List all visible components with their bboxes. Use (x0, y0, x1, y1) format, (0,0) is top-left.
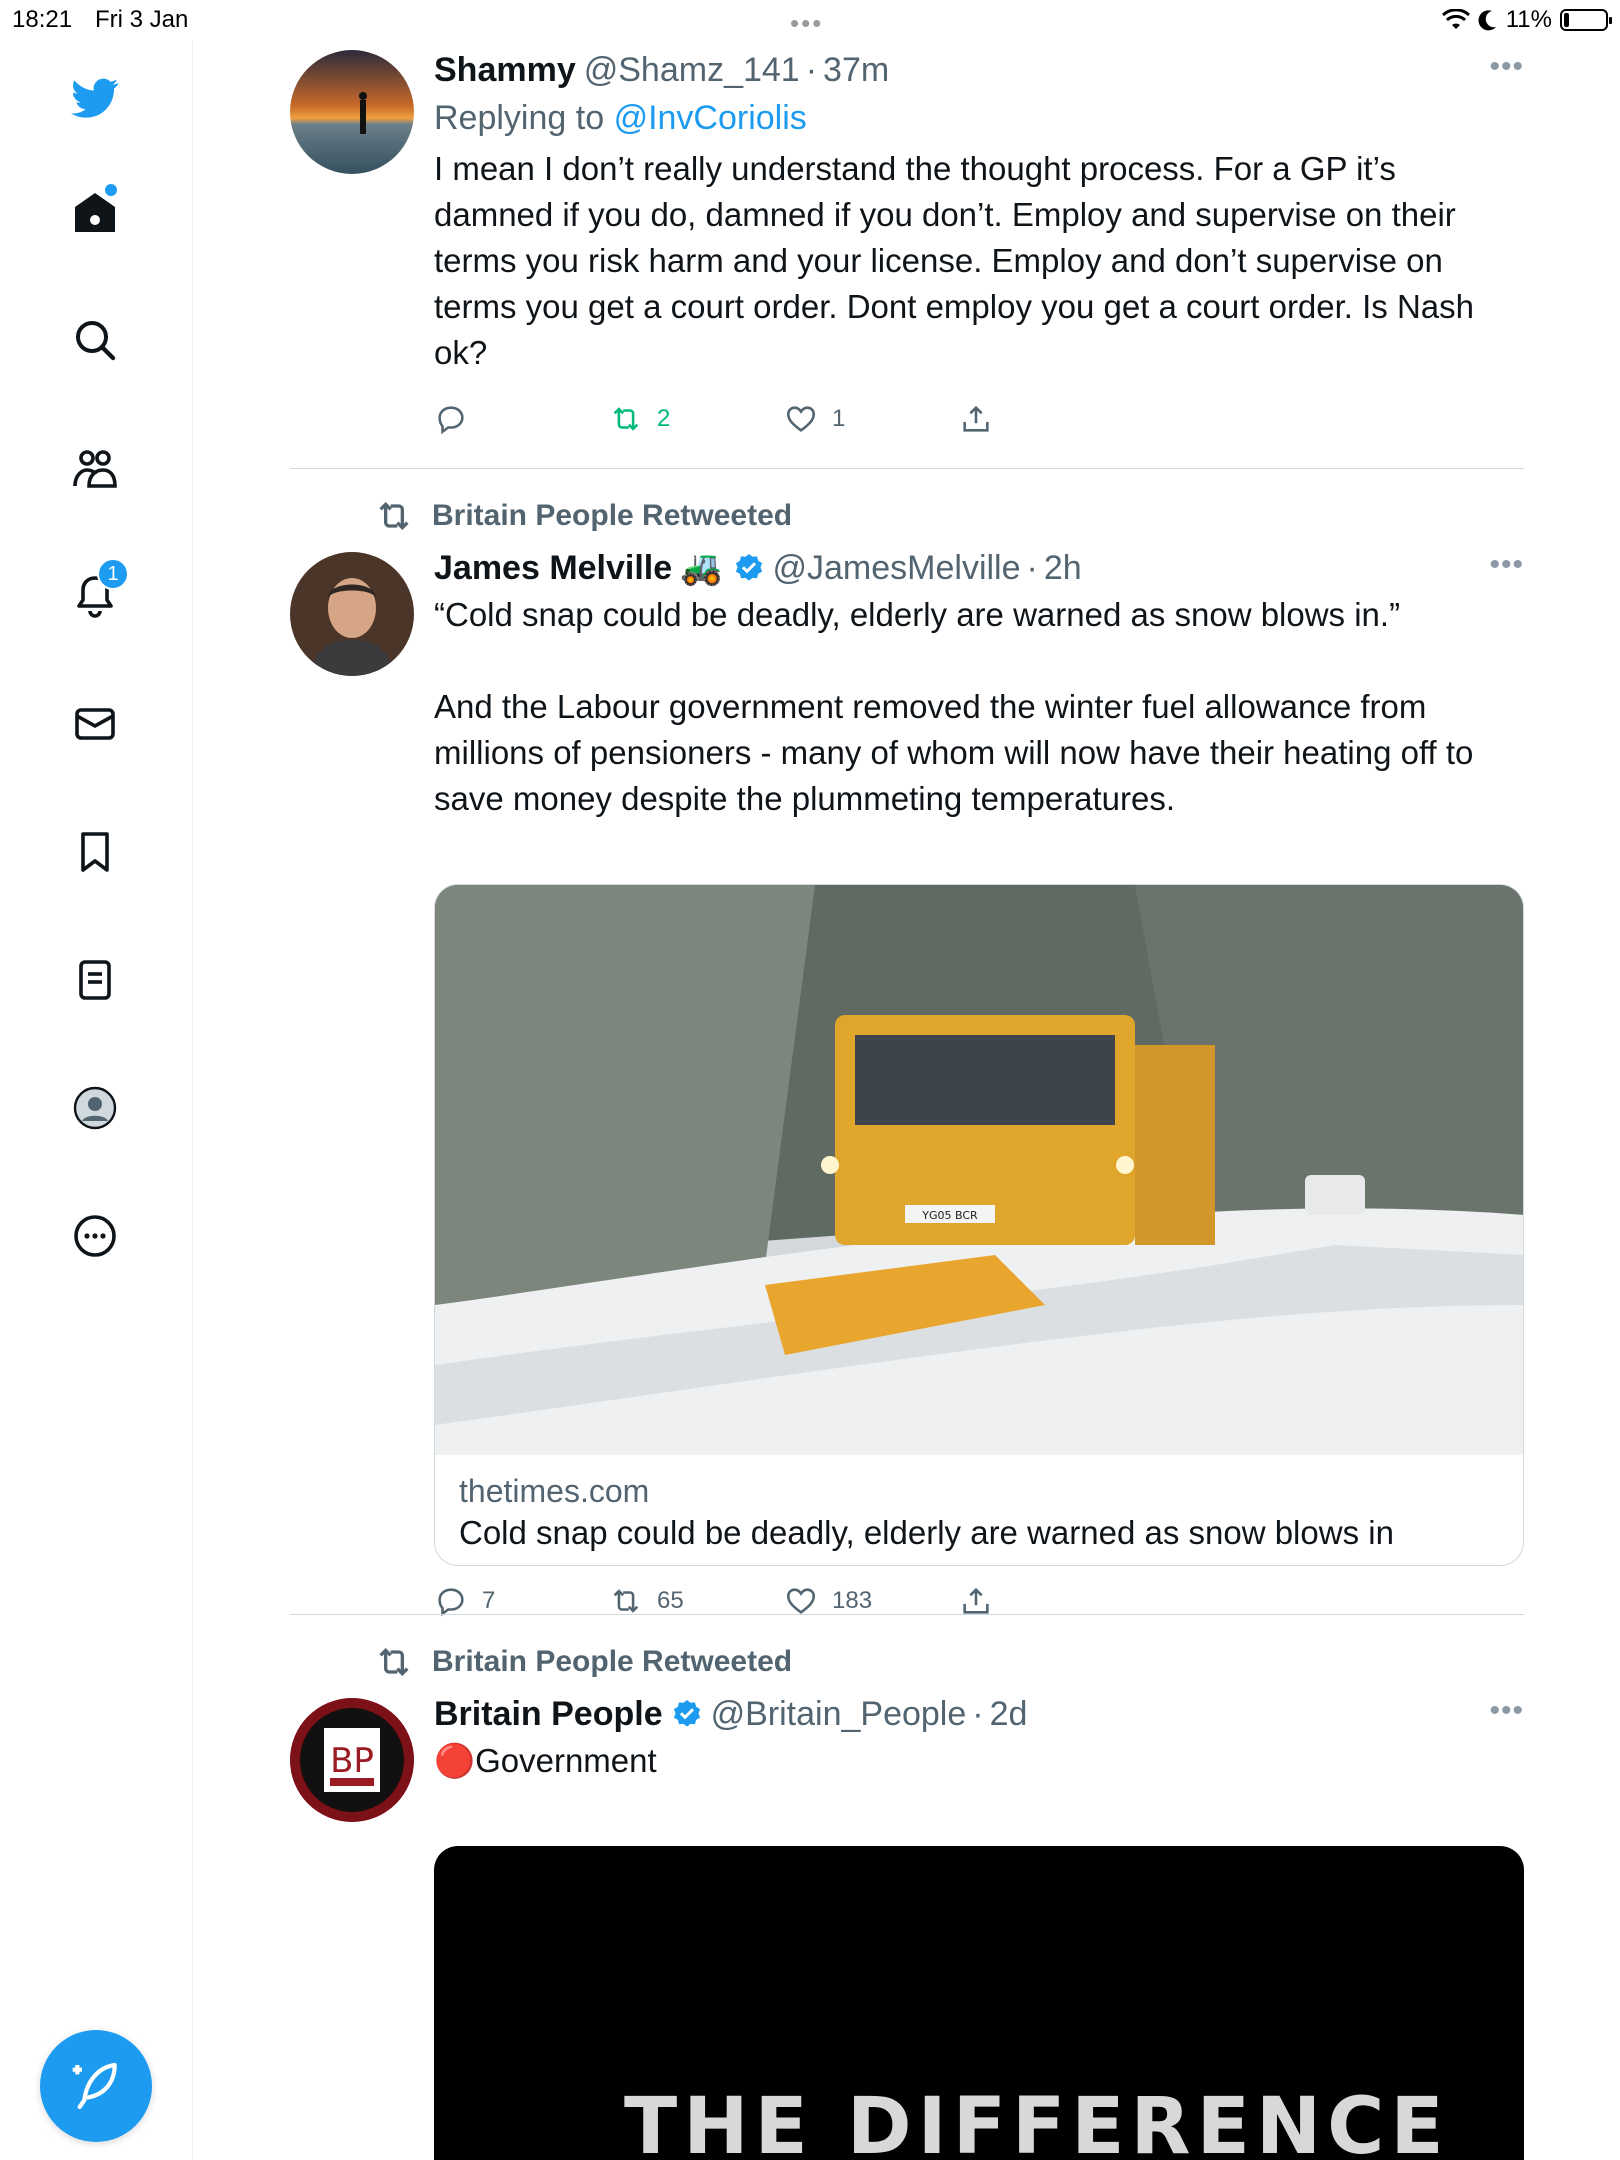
more-options-icon[interactable]: ••• (1489, 50, 1524, 84)
tweet-header: Britain People @Britain_People · 2d (434, 1694, 1028, 1734)
tweet-header: James Melville 🚜 @JamesMelville · 2h (434, 548, 1082, 588)
compose-tweet-button[interactable] (40, 2030, 152, 2142)
home-icon[interactable] (65, 182, 125, 242)
bp-logo-text: BP (330, 1741, 374, 1781)
display-name[interactable]: Britain People (434, 1694, 663, 1734)
card-domain: thetimes.com (459, 1473, 650, 1509)
timestamp[interactable]: 2d (990, 1694, 1028, 1734)
home-badge-dot (105, 184, 117, 196)
verified-badge-icon (735, 554, 762, 581)
avatar[interactable] (290, 50, 414, 174)
compose-feather-icon (72, 2062, 117, 2110)
display-name[interactable]: James Melville (434, 548, 672, 588)
handle[interactable]: @Britain_People (711, 1694, 967, 1734)
media-video[interactable]: THE DIFFERENCE (434, 1846, 1524, 2160)
share-icon (963, 1587, 989, 1614)
number-plate: YG05 BCR (921, 1209, 978, 1222)
search-icon[interactable] (65, 310, 125, 370)
display-name[interactable]: Shammy (434, 50, 576, 90)
replying-to: Replying to @InvCoriolis (434, 99, 807, 137)
more-options-icon[interactable]: ••• (1489, 1694, 1524, 1728)
battery-icon (1560, 9, 1612, 31)
verified-badge-icon (673, 1700, 700, 1727)
retweet-button[interactable]: 65 (609, 1584, 784, 1618)
card-image: YG05 BCR (435, 885, 1523, 1455)
sidebar: 1 (0, 40, 193, 2160)
link-card[interactable]: YG05 BCR thetimes.com Cold snap could be… (434, 884, 1524, 1566)
divider (290, 468, 1524, 469)
tweet[interactable]: BP Britain People @Britain_People · 2d •… (290, 1694, 1524, 2160)
status-date: Fri 3 Jan (95, 6, 189, 33)
avatar[interactable] (290, 552, 414, 676)
tweet[interactable]: Shammy @Shamz_141 · 37m ••• Replying to … (290, 50, 1523, 470)
messages-icon[interactable] (65, 694, 125, 754)
retweet-icon (379, 501, 409, 531)
timestamp[interactable]: 37m (823, 50, 889, 90)
bookmarks-icon[interactable] (65, 822, 125, 882)
handle[interactable]: @JamesMelville (773, 548, 1021, 588)
tweet-header: Shammy @Shamz_141 · 37m (434, 50, 890, 90)
reply-icon (438, 406, 464, 435)
handle[interactable]: @Shamz_141 (584, 50, 800, 90)
more-options-icon[interactable]: ••• (1489, 548, 1524, 582)
status-right: 11% (1441, 6, 1612, 34)
retweet-icon (613, 1589, 639, 1613)
twitter-logo-icon[interactable] (65, 68, 125, 128)
tweet-text: 🔴Government (434, 1742, 657, 1779)
lists-icon[interactable] (65, 950, 125, 1010)
tweet-actions: 2 1 (434, 402, 1134, 436)
notifications-badge: 1 (97, 558, 129, 590)
timestamp[interactable]: 2h (1044, 548, 1082, 588)
tweet-text: I mean I don’t really understand the tho… (434, 150, 1484, 371)
retweeted-by: Britain People Retweeted (374, 1642, 792, 1682)
reply-button[interactable] (434, 402, 609, 436)
communities-icon[interactable] (65, 438, 125, 498)
notifications-icon[interactable]: 1 (65, 558, 129, 626)
more-icon[interactable] (65, 1206, 125, 1266)
media-caption: THE DIFFERENCE (624, 2082, 1450, 2160)
tweet-actions: 7 65 183 (434, 1584, 1134, 1618)
divider (290, 1614, 1524, 1615)
moon-icon (1478, 10, 1496, 31)
tweet[interactable]: James Melville 🚜 @JamesMelville · 2h •••… (290, 548, 1524, 1617)
snowplough-photo: YG05 BCR (435, 885, 1523, 1455)
share-button[interactable] (959, 402, 1134, 436)
heart-icon (786, 406, 816, 432)
wifi-icon (1441, 9, 1470, 29)
battery-percent: 11% (1505, 6, 1552, 33)
like-button[interactable]: 183 (784, 1584, 959, 1618)
card-meta: thetimes.com Cold snap could be deadly, … (435, 1455, 1523, 1565)
share-button[interactable] (959, 1584, 1134, 1618)
reply-button[interactable]: 7 (434, 1584, 609, 1618)
status-bar: 18:21 Fri 3 Jan ••• 11% (0, 0, 1620, 40)
retweeted-by: Britain People Retweeted (374, 496, 792, 536)
card-title: Cold snap could be deadly, elderly are w… (459, 1514, 1394, 1551)
reply-icon (438, 1588, 464, 1617)
retweet-icon (613, 407, 639, 431)
like-button[interactable]: 1 (784, 402, 959, 436)
multitask-dots-icon[interactable]: ••• (790, 8, 823, 39)
tweet-text: “Cold snap could be deadly, elderly are … (434, 596, 1474, 817)
profile-icon[interactable] (65, 1078, 125, 1138)
heart-icon (786, 1588, 816, 1614)
retweet-icon (379, 1647, 409, 1677)
name-emoji: 🚜 (680, 549, 723, 587)
avatar[interactable]: BP (290, 1698, 414, 1822)
replying-to-link[interactable]: @InvCoriolis (614, 99, 807, 137)
retweet-button[interactable]: 2 (609, 402, 784, 436)
status-time: 18:21 (12, 6, 73, 33)
share-icon (963, 405, 989, 432)
